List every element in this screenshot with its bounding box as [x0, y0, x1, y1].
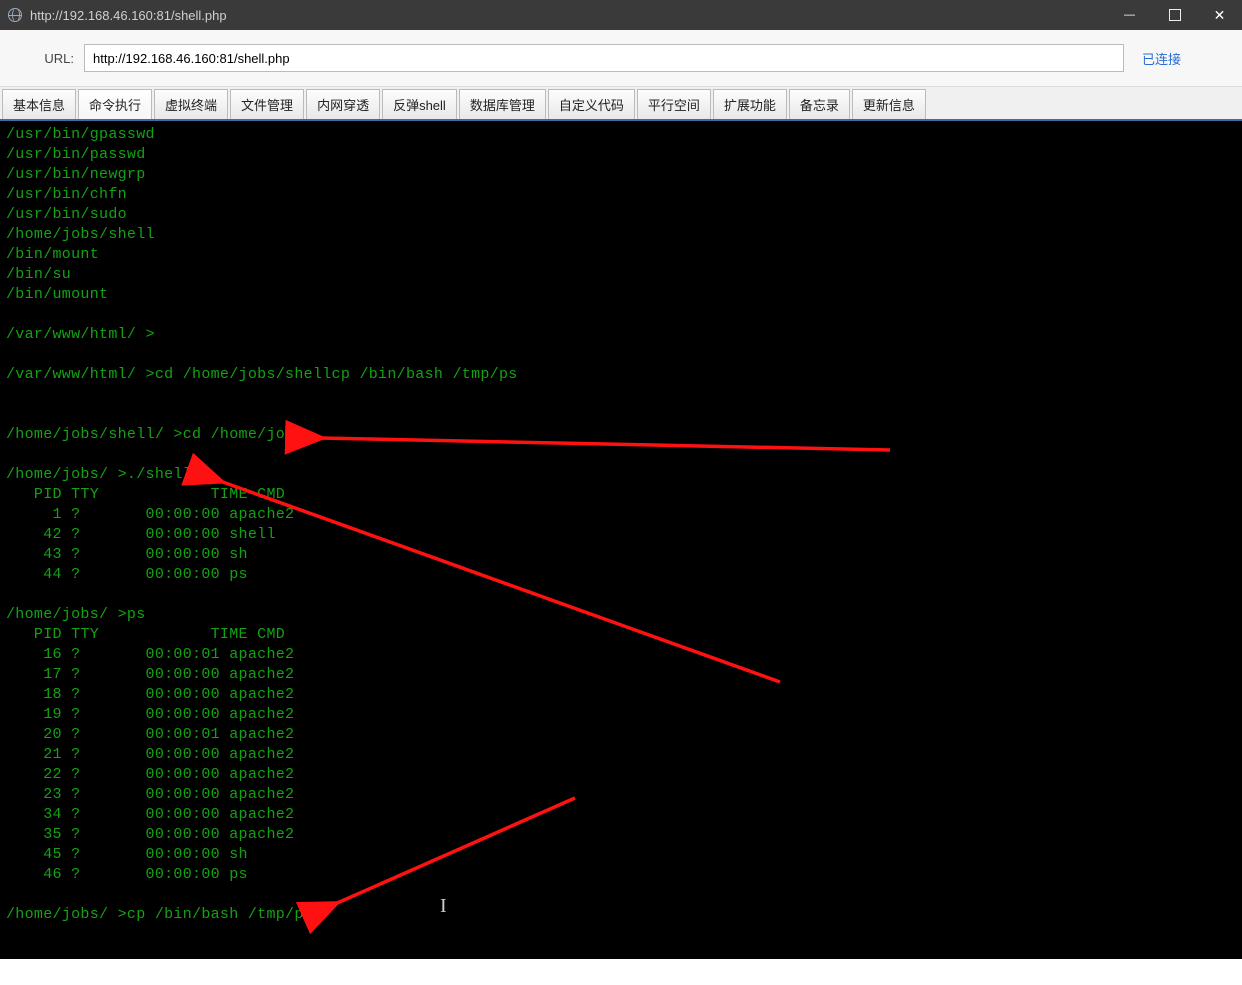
window-titlebar: http://192.168.46.160:81/shell.php: [0, 0, 1242, 30]
tab-10[interactable]: 备忘录: [789, 89, 850, 119]
tab-4[interactable]: 内网穿透: [306, 89, 380, 119]
tab-6[interactable]: 数据库管理: [459, 89, 546, 119]
tab-1[interactable]: 命令执行: [78, 89, 152, 119]
window-controls: [1107, 0, 1242, 30]
tab-3[interactable]: 文件管理: [230, 89, 304, 119]
globe-icon: [8, 8, 22, 22]
url-label: URL:: [24, 51, 84, 66]
window-title: http://192.168.46.160:81/shell.php: [30, 8, 227, 23]
tab-7[interactable]: 自定义代码: [548, 89, 635, 119]
annotation-arrows: [0, 121, 1242, 959]
tab-9[interactable]: 扩展功能: [713, 89, 787, 119]
tab-2[interactable]: 虚拟终端: [154, 89, 228, 119]
minimize-button[interactable]: [1107, 0, 1152, 30]
maximize-button[interactable]: [1152, 0, 1197, 30]
tab-5[interactable]: 反弹shell: [382, 89, 457, 119]
tab-8[interactable]: 平行空间: [637, 89, 711, 119]
tab-0[interactable]: 基本信息: [2, 89, 76, 119]
tab-11[interactable]: 更新信息: [852, 89, 926, 119]
text-cursor-icon: I: [440, 896, 447, 916]
url-input[interactable]: [84, 44, 1124, 72]
terminal-output[interactable]: /usr/bin/gpasswd /usr/bin/passwd /usr/bi…: [0, 121, 1242, 959]
close-button[interactable]: [1197, 0, 1242, 30]
url-bar-area: URL: 已连接: [0, 30, 1242, 87]
tabs-row: 基本信息命令执行虚拟终端文件管理内网穿透反弹shell数据库管理自定义代码平行空…: [0, 87, 1242, 121]
connection-status: 已连接: [1142, 49, 1181, 68]
